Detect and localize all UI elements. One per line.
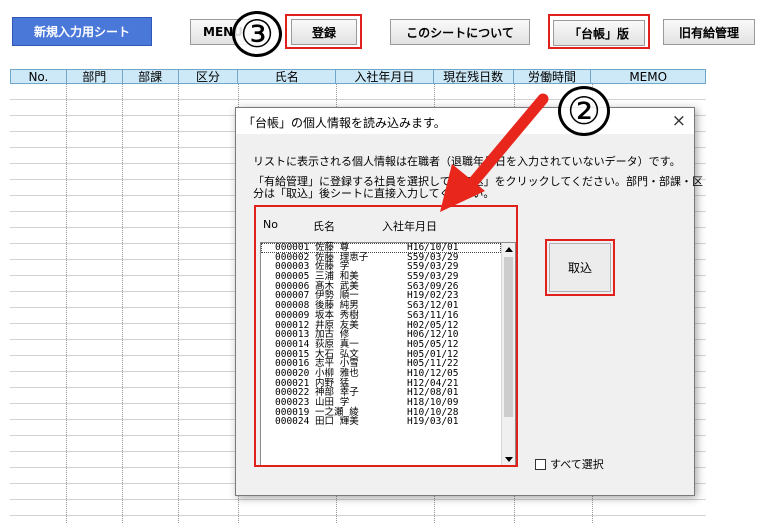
- col-dept: 部門: [67, 70, 123, 84]
- col-category: 区分: [179, 70, 239, 84]
- col-no: No.: [11, 70, 67, 84]
- step-3-marker: ③: [232, 11, 282, 57]
- col-name: 氏名: [238, 70, 337, 84]
- col-remaining-days: 現在残日数: [434, 70, 514, 84]
- col-work-hours: 労働時間: [514, 70, 592, 84]
- select-all-label: すべて選択: [550, 458, 604, 471]
- col-hire-date: 入社年月日: [336, 70, 434, 84]
- about-sheet-button[interactable]: このシートについて: [390, 19, 530, 45]
- column-header-row: No. 部門 部課 区分 氏名 入社年月日 現在残日数 労働時間 MEMO: [10, 69, 706, 84]
- import-highlight: [545, 239, 615, 296]
- old-leave-button[interactable]: 旧有給管理: [663, 19, 755, 45]
- step-2-marker: ②: [558, 86, 610, 136]
- import-dialog: 「台帳」の個人情報を読み込みます。 × リストに表示される個人情報は在職者（退職…: [235, 107, 703, 496]
- checkbox-box[interactable]: [535, 458, 546, 470]
- dialog-titlebar: 「台帳」の個人情報を読み込みます。 ×: [236, 108, 694, 134]
- daicho-highlight: [548, 14, 650, 49]
- col-memo: MEMO: [629, 69, 668, 84]
- select-all-checkbox[interactable]: すべて選択: [535, 456, 604, 472]
- col-section: 部課: [123, 70, 179, 84]
- close-icon[interactable]: ×: [672, 111, 686, 131]
- message-line-1: リストに表示される個人情報は在職者（退職年月日を入力されていないデータ）です。: [253, 155, 681, 168]
- dialog-title: 「台帳」の個人情報を読み込みます。: [243, 116, 446, 130]
- new-sheet-button[interactable]: 新規入力用シート: [12, 17, 152, 46]
- message-line-3: 分は「取込」後シートに直接入力してください。: [253, 187, 495, 200]
- list-highlight: [254, 205, 518, 467]
- register-highlight: [285, 14, 362, 49]
